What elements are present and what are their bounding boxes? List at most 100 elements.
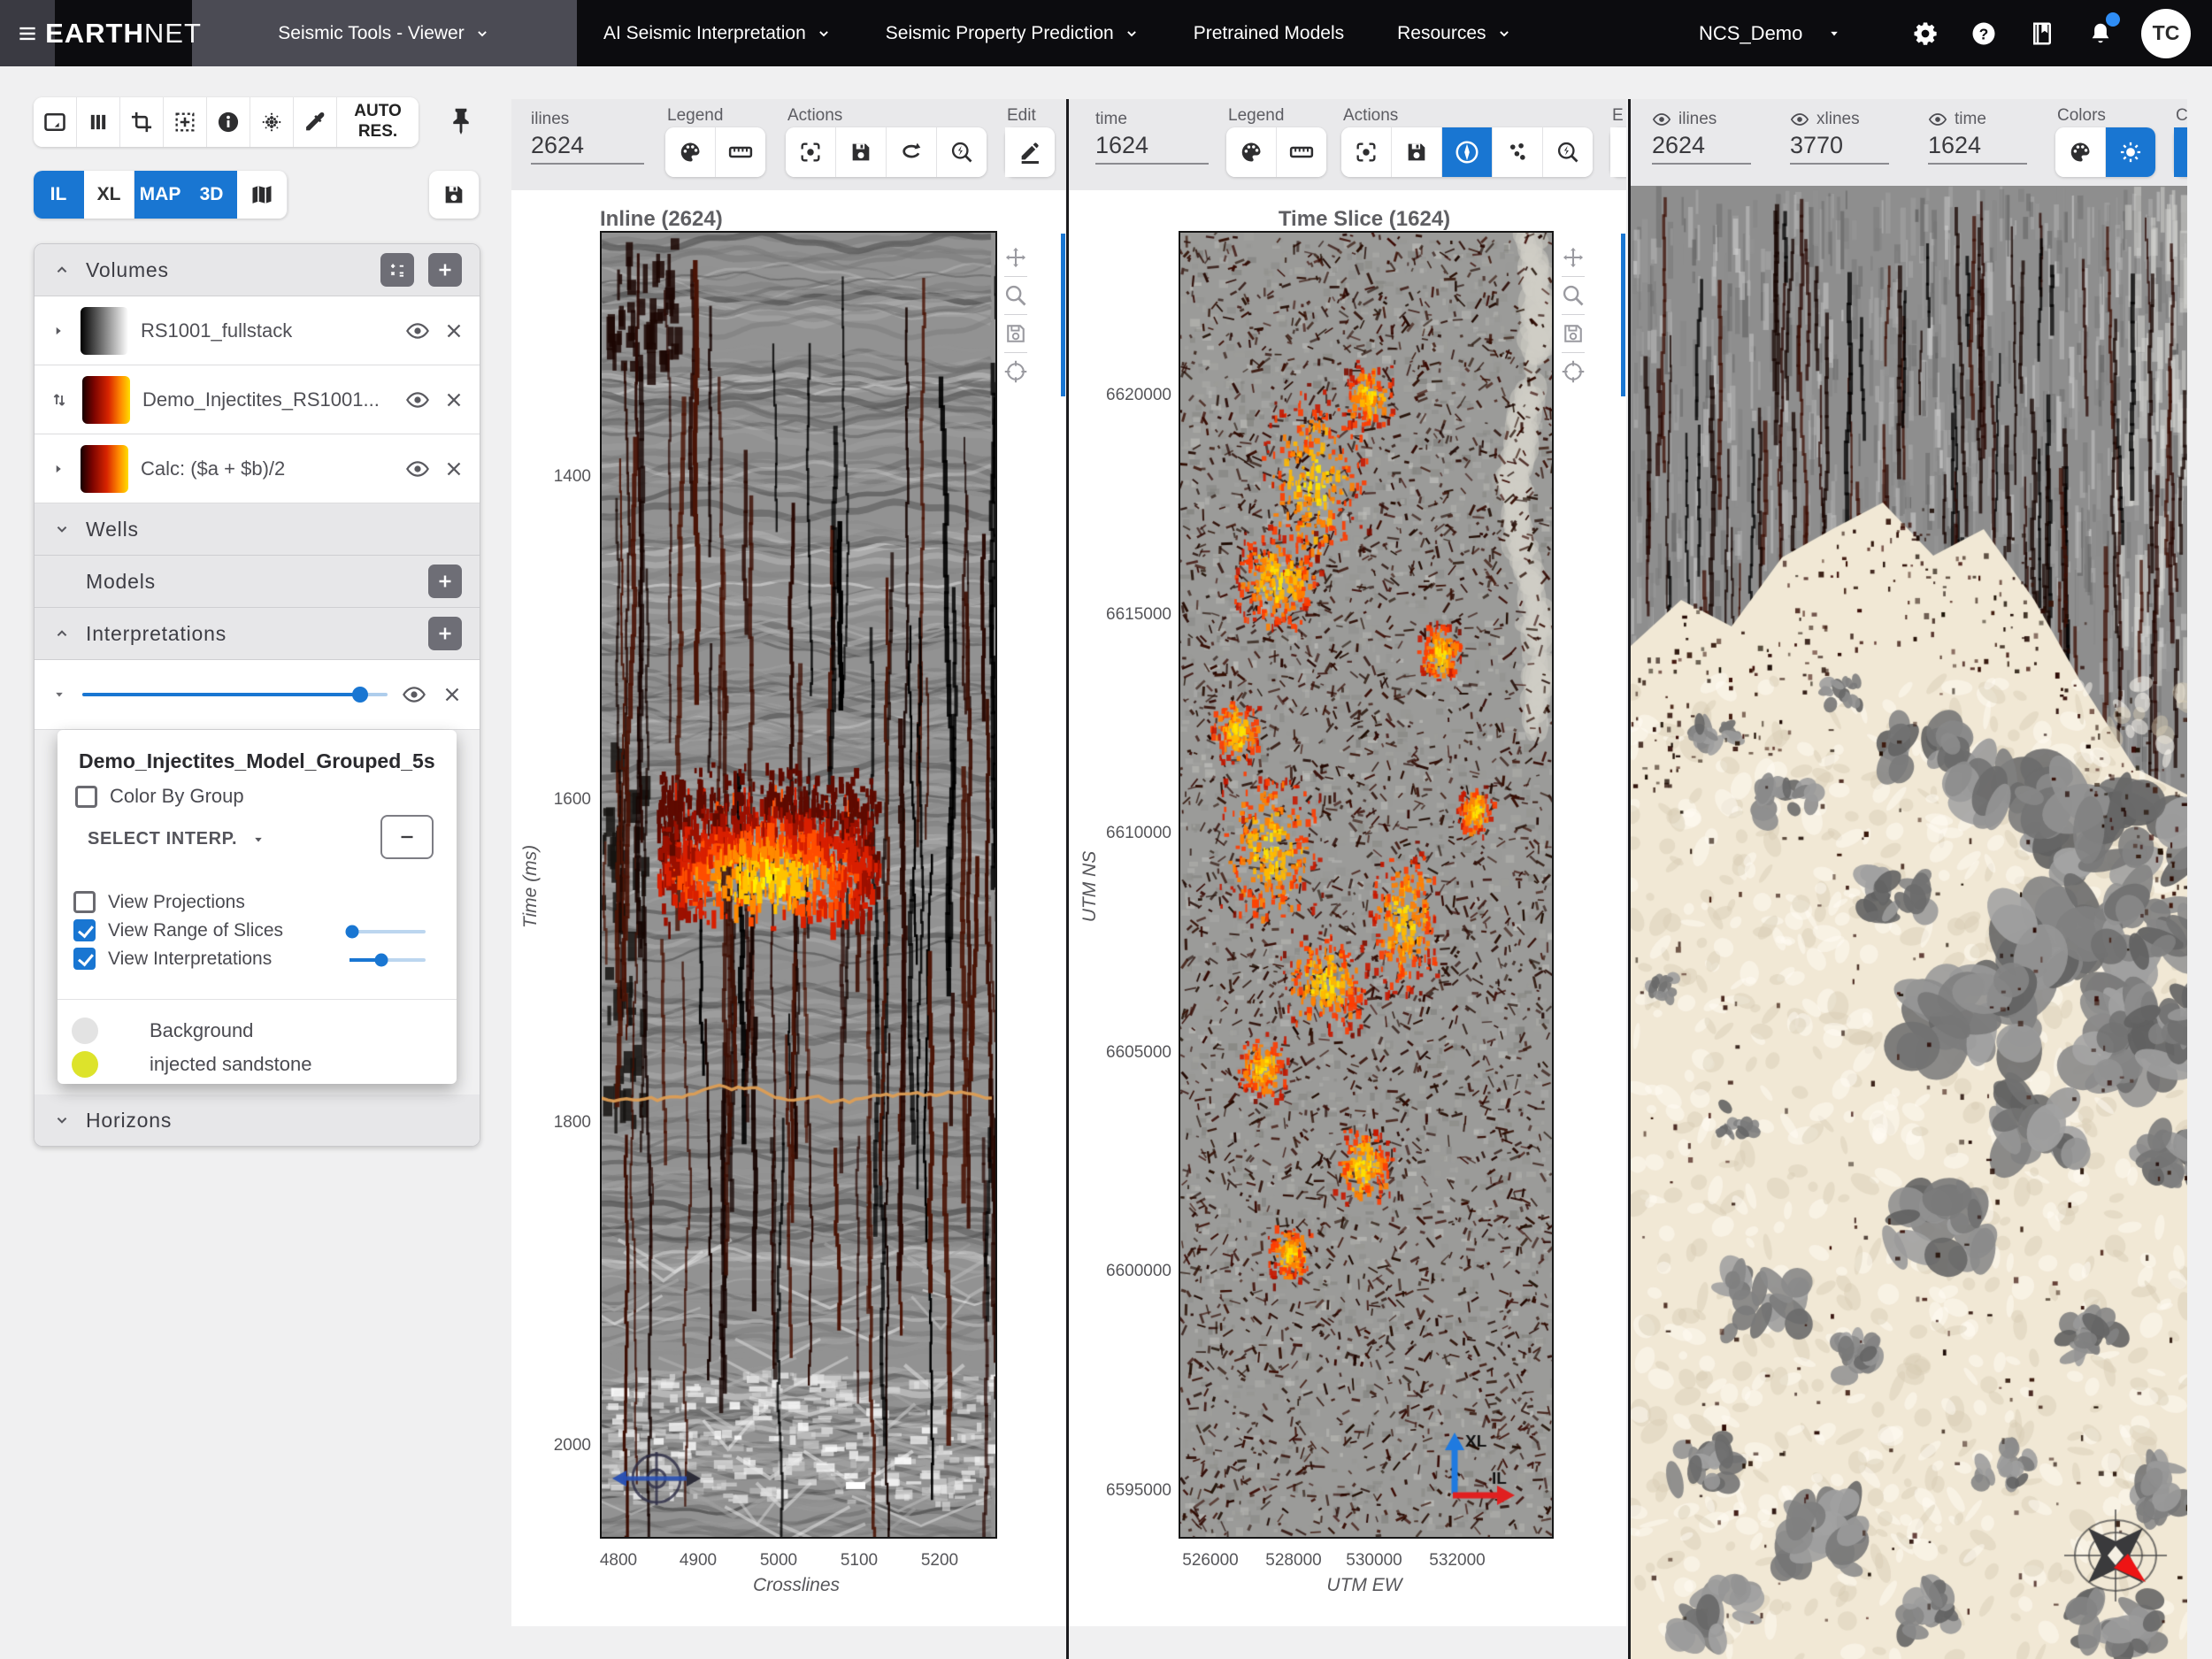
panel-scroll-indicator[interactable] <box>1621 234 1625 396</box>
color-by-group-checkbox[interactable] <box>75 786 97 808</box>
pin-toolbar-button[interactable] <box>444 104 478 138</box>
eye-icon[interactable] <box>1928 110 1947 129</box>
nav-item-seismic-property-prediction[interactable]: Seismic Property Prediction <box>859 0 1167 66</box>
eye-icon[interactable] <box>1790 110 1809 129</box>
toggle-3d-view[interactable]: 3D <box>187 171 237 219</box>
time-slice-canvas[interactable] <box>1179 231 1554 1539</box>
layout-columns-button[interactable] <box>77 97 120 147</box>
xlines-field-3d[interactable]: xlines 3770 <box>1790 110 1889 165</box>
notifications-button[interactable] <box>2083 16 2118 51</box>
inline-seismic-canvas[interactable] <box>600 231 997 1539</box>
section-horizons[interactable]: Horizons <box>35 1094 480 1146</box>
three-d-scene-canvas[interactable] <box>1631 186 2187 1659</box>
pan-tool-button[interactable] <box>1000 239 1032 276</box>
pan-tool-button[interactable] <box>1557 239 1589 276</box>
toggle-map-view[interactable]: MAP <box>134 171 187 219</box>
colormap-swatch-hot[interactable] <box>81 445 128 493</box>
field-value[interactable]: 1624 <box>1928 132 2027 159</box>
remove-interp-button[interactable] <box>380 815 434 859</box>
add-volume-button[interactable] <box>428 253 462 287</box>
workspace-select[interactable]: NCS_Demo <box>1690 17 1885 50</box>
save-slice-button[interactable] <box>836 127 887 177</box>
app-logo[interactable]: EARTHNET <box>55 0 192 66</box>
colormap-button[interactable] <box>1226 127 1277 177</box>
field-value[interactable]: 2624 <box>1652 132 1751 159</box>
center-view-button[interactable] <box>1341 127 1392 177</box>
add-model-button[interactable] <box>428 565 462 598</box>
camera-button[interactable] <box>2174 127 2187 177</box>
auto-resolution-button[interactable]: AUTO RES. <box>337 97 419 147</box>
toggle-inline-view[interactable]: IL <box>34 171 84 219</box>
zoom-tool-button[interactable] <box>1557 277 1589 314</box>
sort-arrows-icon[interactable] <box>49 389 70 411</box>
interpretation-item-row[interactable] <box>35 660 480 730</box>
crop-button[interactable] <box>120 97 164 147</box>
ilines-field[interactable]: ilines 2624 <box>531 110 644 165</box>
interp-opacity-slider[interactable] <box>349 958 426 962</box>
grid-crosshair-button[interactable] <box>164 97 207 147</box>
visibility-eye-icon[interactable] <box>405 457 430 481</box>
range-slider[interactable] <box>349 930 426 933</box>
close-icon[interactable] <box>441 683 464 706</box>
ilines-field-3d[interactable]: ilines 2624 <box>1652 110 1751 165</box>
autoscale-button[interactable] <box>1557 353 1589 390</box>
lasso-button[interactable] <box>887 127 937 177</box>
volume-row-calc[interactable]: Calc: ($a + $b)/2 <box>35 434 480 503</box>
panel-scroll-indicator[interactable] <box>1061 234 1065 396</box>
add-interpretation-button[interactable] <box>428 617 462 650</box>
scatter-points-button[interactable] <box>1493 127 1543 177</box>
close-icon[interactable] <box>442 457 465 480</box>
view-range-checkbox[interactable] <box>73 919 96 941</box>
eyedropper-button[interactable] <box>294 97 337 147</box>
section-wells[interactable]: Wells <box>35 503 480 556</box>
volume-row-rs1001-fullstack[interactable]: RS1001_fullstack <box>35 296 480 365</box>
view-interpretations-checkbox[interactable] <box>73 948 96 970</box>
edit-button[interactable] <box>1610 127 1626 177</box>
user-avatar[interactable]: TC <box>2141 9 2191 58</box>
colormap-swatch-grayscale[interactable] <box>81 307 128 355</box>
download-plot-button[interactable] <box>1557 315 1589 352</box>
autoscale-button[interactable] <box>1000 353 1032 390</box>
section-interpretations[interactable]: Interpretations <box>35 608 480 660</box>
zoom-tool-button[interactable] <box>1000 277 1032 314</box>
basemap-button[interactable] <box>237 171 288 219</box>
caret-right-icon[interactable] <box>49 321 68 341</box>
zoom-reset-button[interactable] <box>937 127 987 177</box>
section-volumes[interactable]: Volumes <box>35 244 480 296</box>
scale-button[interactable] <box>1277 127 1326 177</box>
field-value[interactable]: 3770 <box>1790 132 1889 159</box>
select-interp-dropdown[interactable]: SELECT INTERP. <box>88 829 267 849</box>
colormap-button[interactable] <box>665 127 716 177</box>
toggle-crossline-view[interactable]: XL <box>84 171 134 219</box>
nav-item-seismic-tools-viewer[interactable]: Seismic Tools - Viewer <box>192 0 577 66</box>
dot-grid-button[interactable] <box>250 97 294 147</box>
center-view-button[interactable] <box>786 127 836 177</box>
opacity-slider[interactable] <box>82 693 388 696</box>
visibility-eye-icon[interactable] <box>405 388 430 412</box>
save-view-button[interactable] <box>429 171 480 219</box>
zoom-reset-button[interactable] <box>1543 127 1593 177</box>
info-button[interactable] <box>207 97 250 147</box>
scale-button[interactable] <box>716 127 765 177</box>
edit-button[interactable] <box>1005 127 1055 177</box>
fit-screen-button[interactable] <box>34 97 77 147</box>
download-plot-button[interactable] <box>1000 315 1032 352</box>
compass-orientation-button[interactable] <box>1442 127 1493 177</box>
panel-divider[interactable] <box>1628 99 1631 1659</box>
colormap-button[interactable] <box>2055 127 2106 177</box>
field-value[interactable]: 1624 <box>1095 132 1209 159</box>
eye-icon[interactable] <box>1652 110 1671 129</box>
time-field-3d[interactable]: time 1624 <box>1928 110 2027 165</box>
panel-divider[interactable] <box>1066 99 1069 1659</box>
field-value[interactable]: 2624 <box>531 132 644 159</box>
lighting-button[interactable] <box>2106 127 2155 177</box>
volume-calculator-button[interactable] <box>380 253 414 287</box>
section-models[interactable]: Models <box>35 556 480 608</box>
view-projections-checkbox[interactable] <box>73 891 96 913</box>
nav-item-pretrained-models[interactable]: Pretrained Models <box>1167 0 1371 66</box>
colormap-swatch-hot[interactable] <box>82 376 130 424</box>
settings-button[interactable] <box>1908 16 1943 51</box>
help-button[interactable] <box>1966 16 2001 51</box>
volume-row-demo-injectites[interactable]: Demo_Injectites_RS1001... <box>35 365 480 434</box>
visibility-eye-icon[interactable] <box>405 319 430 343</box>
